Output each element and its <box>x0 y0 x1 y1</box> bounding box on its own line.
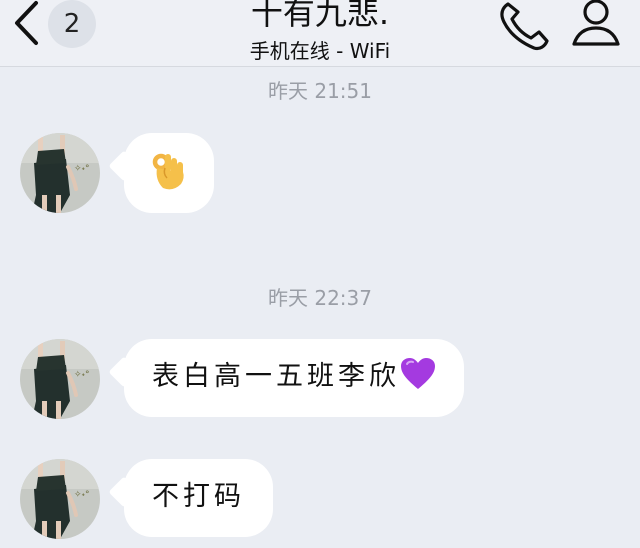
svg-text:✧˖°: ✧˖° <box>74 370 90 380</box>
contact-avatar[interactable]: ✧˖° <box>20 133 100 213</box>
phone-icon[interactable] <box>496 0 552 52</box>
contact-avatar[interactable]: ✧˖° <box>20 339 100 419</box>
contact-name[interactable]: 十有九悲. <box>170 0 470 34</box>
message-text: 表白高一五班李欣 <box>152 361 400 392</box>
svg-text:✧˖°: ✧˖° <box>74 490 90 500</box>
chat-header: 2 十有九悲. 手机在线 - WiFi <box>0 0 640 67</box>
online-status: 手机在线 - WiFi <box>249 39 391 63</box>
chevron-left-icon[interactable] <box>10 0 42 50</box>
timestamp: 昨天 21:51 <box>268 79 372 103</box>
message-bubble[interactable]: 表白高一五班李欣 <box>108 339 464 417</box>
svg-text:✧˖°: ✧˖° <box>74 164 90 174</box>
person-icon[interactable] <box>570 0 622 52</box>
purple-heart-icon <box>401 358 435 389</box>
message-text: 不打码 <box>152 481 245 512</box>
ok-hand-icon <box>152 153 184 190</box>
timestamp: 昨天 22:37 <box>268 286 372 310</box>
contact-avatar[interactable]: ✧˖° <box>20 459 100 539</box>
message-bubble[interactable] <box>108 133 214 213</box>
unread-count-badge[interactable]: 2 <box>48 0 96 48</box>
message-bubble[interactable]: 不打码 <box>108 459 273 537</box>
